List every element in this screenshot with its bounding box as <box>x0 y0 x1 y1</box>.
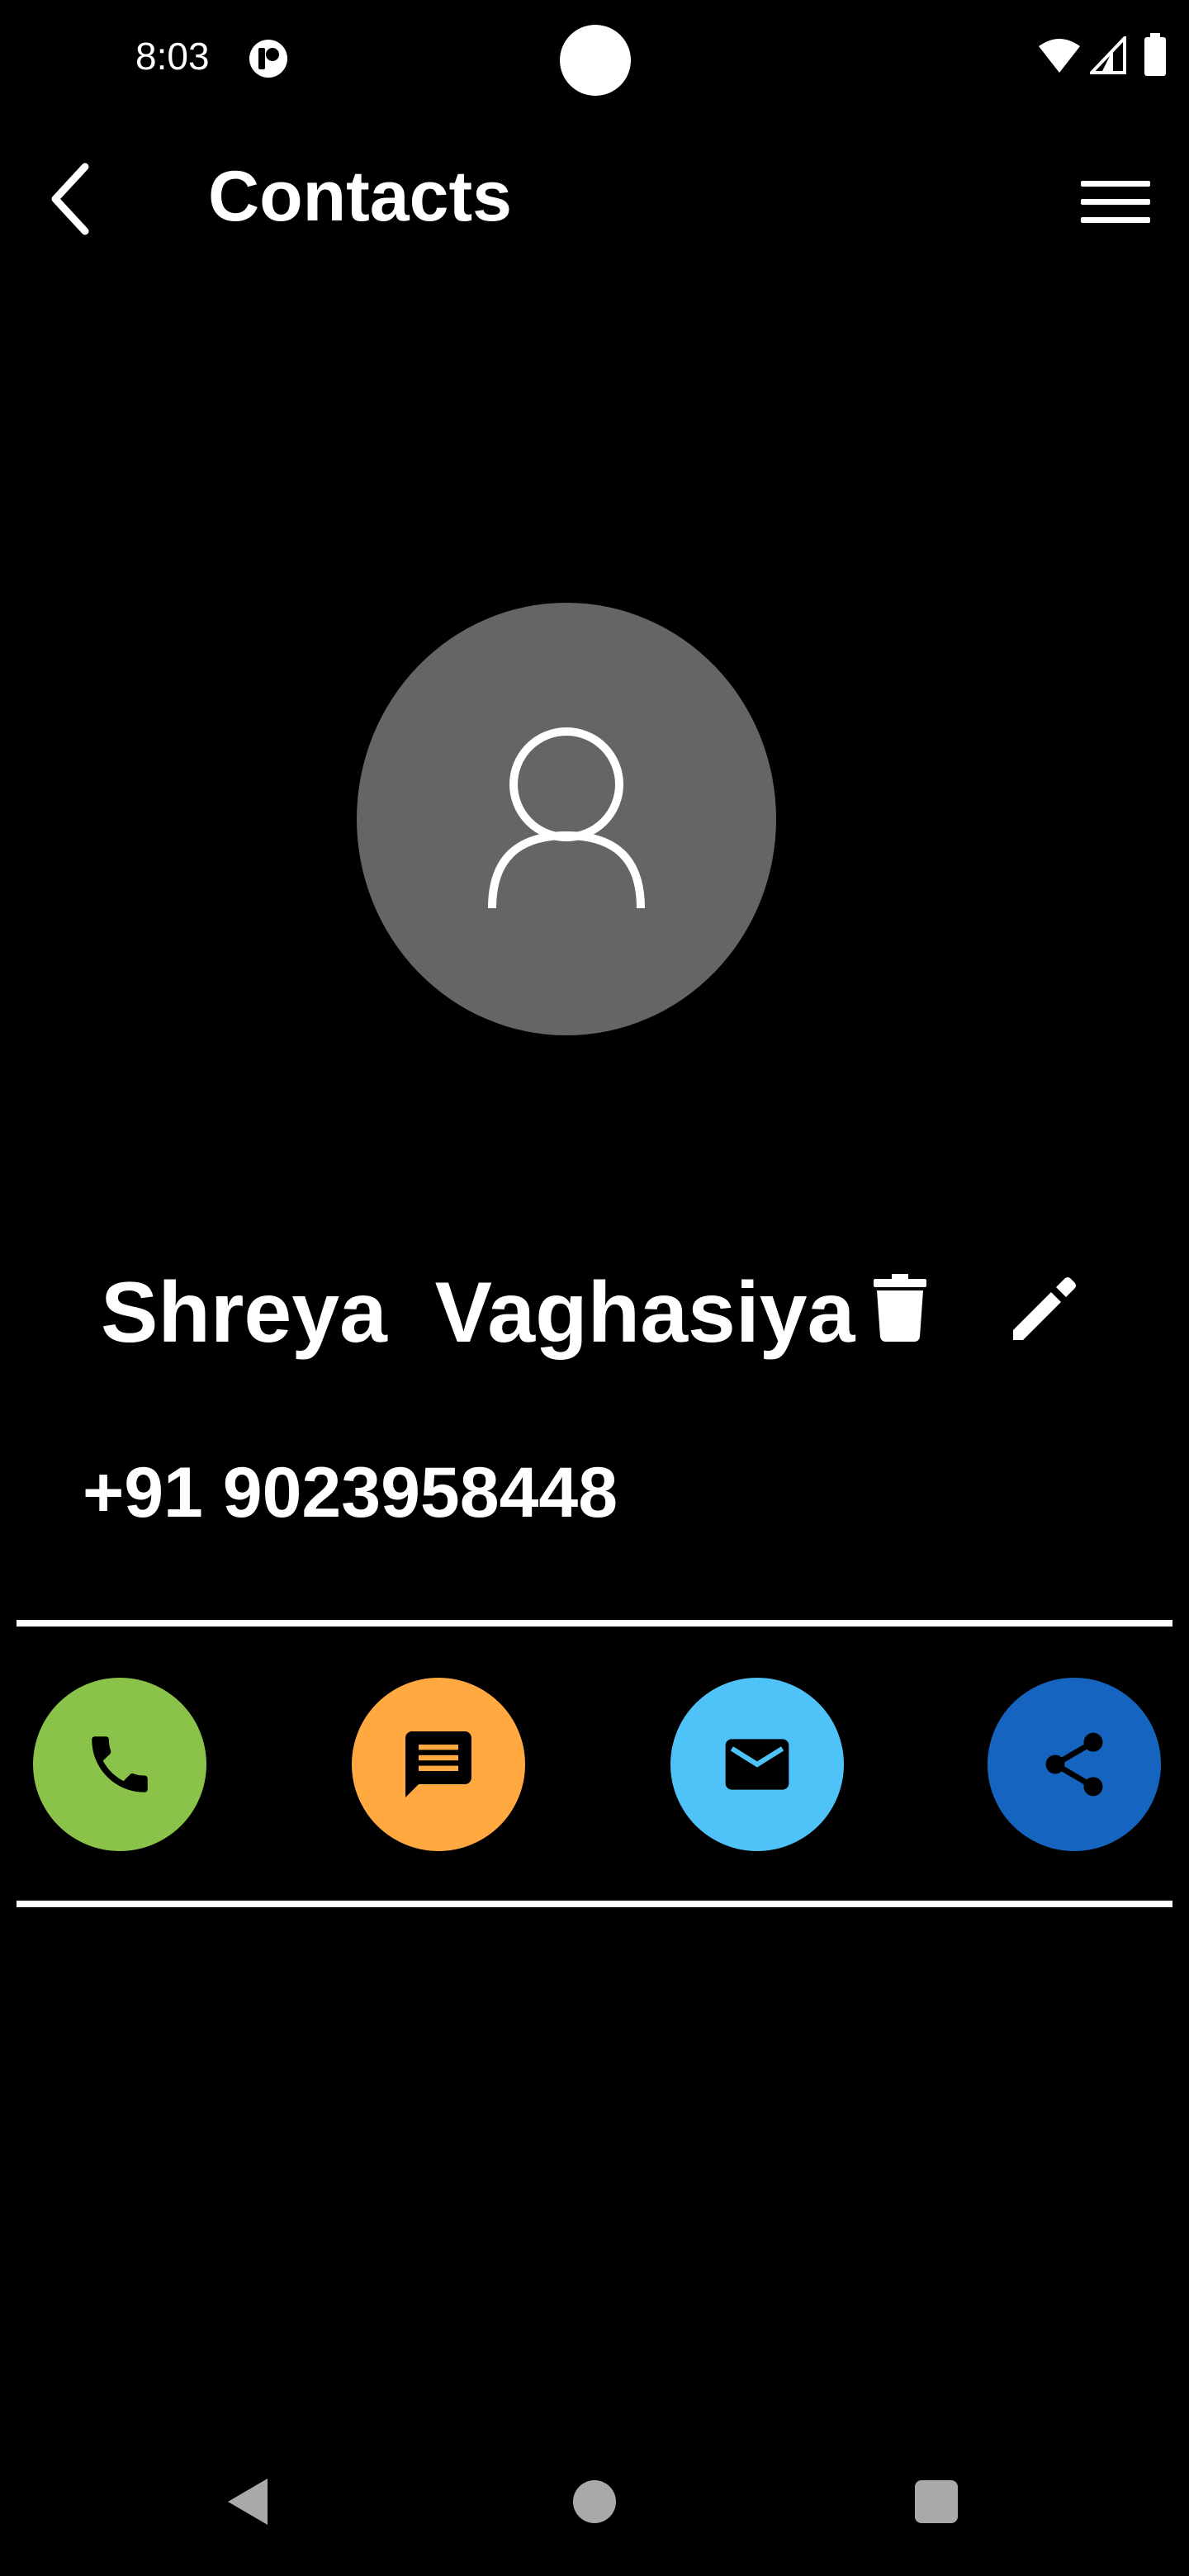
call-button[interactable] <box>33 1678 206 1851</box>
cell-signal-icon <box>1090 36 1126 74</box>
divider <box>17 1901 1172 1907</box>
status-bar: 8:03 <box>0 0 1189 116</box>
person-outline-icon <box>488 727 645 909</box>
nav-home-icon[interactable] <box>573 2480 616 2523</box>
system-navigation-bar <box>0 2460 1189 2543</box>
email-icon <box>725 1739 789 1790</box>
pencil-icon <box>1013 1277 1076 1340</box>
edit-button[interactable] <box>999 1263 1090 1354</box>
status-time: 8:03 <box>135 35 210 78</box>
battery-icon <box>1144 33 1166 76</box>
contact-name: Shreya Vaghasiya <box>101 1265 855 1361</box>
chevron-left-icon <box>51 163 89 235</box>
email-button[interactable] <box>670 1678 844 1851</box>
wifi-icon <box>1039 39 1080 73</box>
hamburger-menu-icon <box>1081 181 1150 223</box>
phone-icon <box>92 1736 148 1792</box>
delete-button[interactable] <box>857 1258 943 1357</box>
menu-button[interactable] <box>1070 157 1161 248</box>
share-button[interactable] <box>988 1678 1161 1851</box>
share-icon <box>1045 1732 1103 1797</box>
trash-icon <box>874 1274 926 1342</box>
back-button[interactable] <box>25 154 116 244</box>
nav-back-icon[interactable] <box>223 2469 272 2535</box>
message-button[interactable] <box>352 1678 525 1851</box>
contact-detail-screen: 8:03 Contacts Shreya Vaghasiya +91 90239… <box>0 0 1189 2576</box>
app-notification-icon <box>249 40 287 78</box>
page-title: Contacts <box>208 157 512 236</box>
camera-cutout <box>560 25 631 96</box>
app-bar: Contacts <box>0 132 1189 264</box>
contact-avatar <box>357 603 776 1035</box>
nav-recents-icon[interactable] <box>915 2480 958 2523</box>
message-icon <box>405 1731 471 1797</box>
contact-phone-number: +91 9023958448 <box>83 1453 618 1532</box>
divider <box>17 1620 1172 1627</box>
